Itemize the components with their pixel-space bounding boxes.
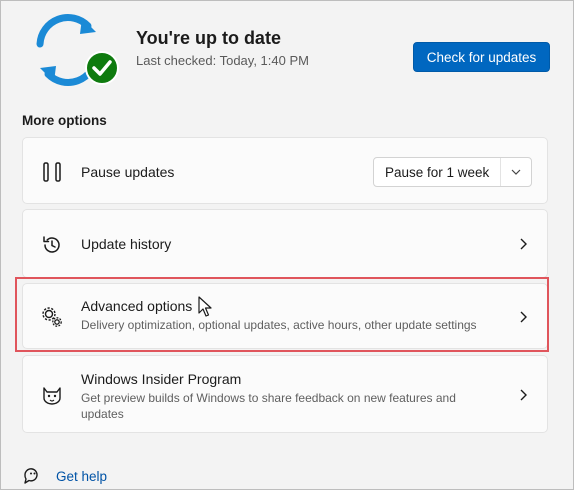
- sync-status-icon: [30, 10, 122, 90]
- history-icon: [41, 234, 63, 256]
- insider-program-description: Get preview builds of Windows to share f…: [81, 391, 456, 421]
- pause-updates-card: Pause updates Pause for 1 week: [22, 137, 548, 204]
- pause-updates-label: Pause updates: [81, 164, 175, 180]
- insider-cat-icon: [41, 384, 63, 406]
- last-checked-text: Last checked: Today, 1:40 PM: [136, 53, 309, 68]
- get-help-row: Get help: [22, 466, 107, 486]
- advanced-options-card[interactable]: Advanced options Delivery optimization, …: [22, 283, 548, 349]
- advanced-options-description: Delivery optimization, optional updates,…: [81, 318, 477, 332]
- insider-program-card[interactable]: Windows Insider Program Get preview buil…: [22, 355, 548, 433]
- advanced-options-label: Advanced options: [81, 298, 193, 314]
- get-help-link[interactable]: Get help: [56, 469, 107, 484]
- pause-duration-dropdown[interactable]: Pause for 1 week: [373, 157, 532, 187]
- gears-icon: [41, 306, 63, 328]
- update-history-label: Update history: [81, 236, 172, 252]
- help-icon: [24, 468, 38, 484]
- pause-duration-value: Pause for 1 week: [385, 164, 490, 180]
- chevron-right-icon: [520, 311, 527, 323]
- status-title: You're up to date: [136, 28, 281, 48]
- insider-program-label: Windows Insider Program: [81, 371, 242, 387]
- update-history-card[interactable]: Update history: [22, 209, 548, 278]
- check-for-updates-button[interactable]: Check for updates: [413, 42, 550, 72]
- chevron-right-icon: [520, 389, 527, 401]
- chevron-down-icon: [501, 169, 531, 175]
- pause-icon: [41, 161, 63, 183]
- more-options-heading: More options: [22, 113, 107, 128]
- chevron-right-icon: [520, 238, 527, 250]
